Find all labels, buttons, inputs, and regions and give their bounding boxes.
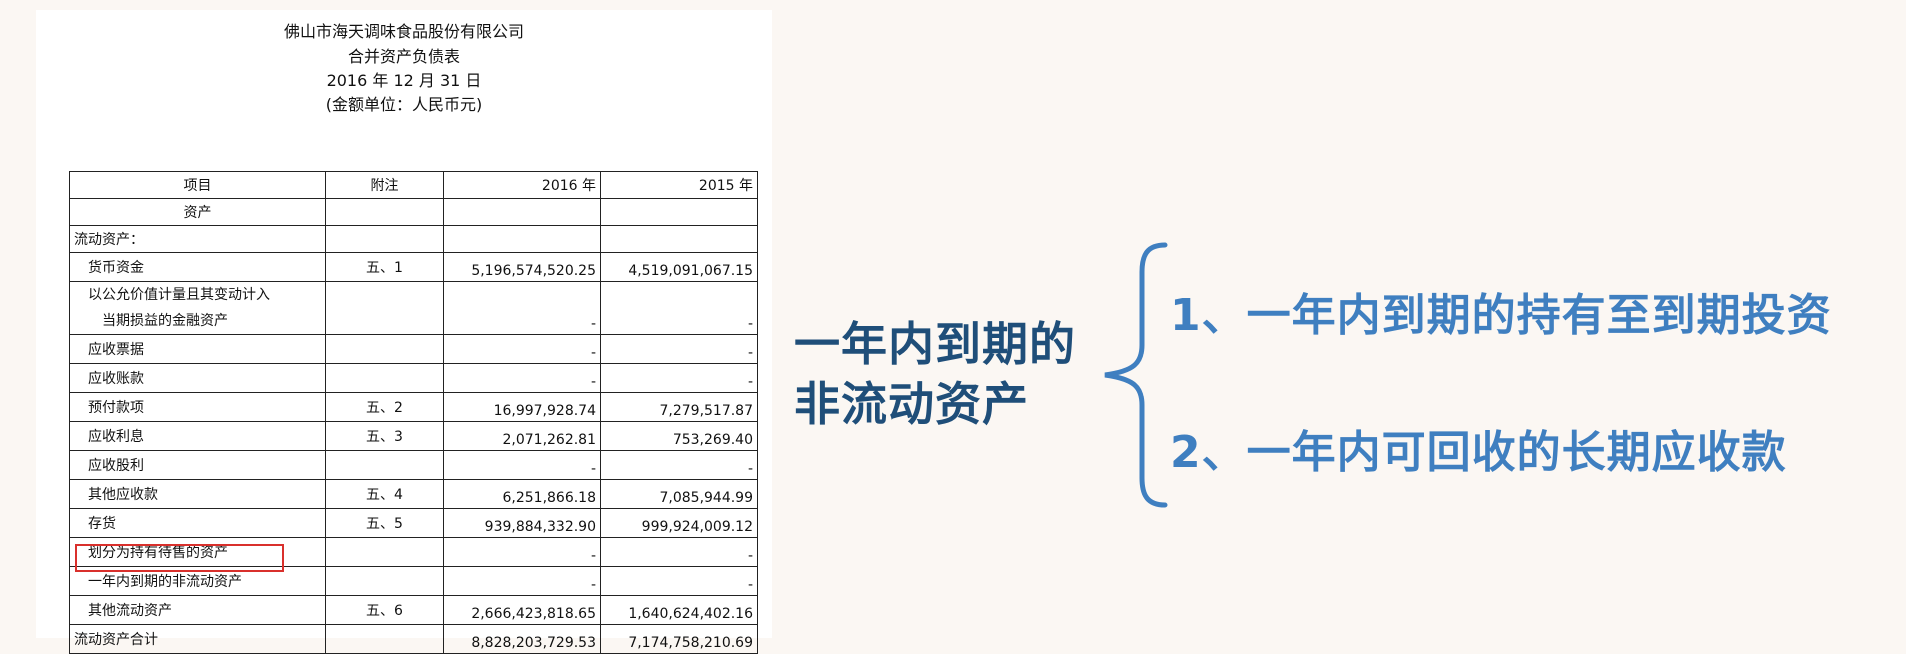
- row-2015: -: [600, 334, 758, 364]
- topic-label: 一年内到期的 非流动资产: [794, 314, 1076, 434]
- row-note: [325, 198, 444, 226]
- topic-line1: 一年内到期的: [794, 317, 1076, 371]
- topic-line2: 非流动资产: [794, 377, 1029, 431]
- row-2016: -: [443, 566, 601, 596]
- row-note: [325, 281, 444, 335]
- point-1: 1、一年内到期的持有至到期投资: [1170, 290, 1832, 341]
- table-row: 以公允价值计量且其变动计入 当期损益的金融资产 - -: [69, 281, 758, 335]
- row-item-two-line: 以公允价值计量且其变动计入 当期损益的金融资产: [69, 281, 326, 335]
- row-2016: -: [443, 450, 601, 480]
- row-item: 应收票据: [69, 334, 326, 364]
- row-2016: 2,666,423,818.65: [443, 595, 601, 625]
- row-2015: [600, 198, 758, 226]
- row-item: 应收利息: [69, 421, 326, 451]
- row-item: 其他流动资产: [69, 595, 326, 625]
- row-item: 资产: [69, 198, 326, 226]
- row-note: [325, 334, 444, 364]
- row-2016: 2,071,262.81: [443, 421, 601, 451]
- row-item: 应收股利: [69, 450, 326, 480]
- row-2016: [443, 198, 601, 226]
- point-2: 2、一年内可回收的长期应收款: [1170, 427, 1787, 478]
- row-2015: -: [600, 281, 758, 335]
- row-2016: -: [443, 334, 601, 364]
- row-note: [325, 363, 444, 393]
- row-note: [325, 225, 444, 253]
- table-row: 存货 五、5 939,884,332.90 999,924,009.12: [69, 508, 758, 538]
- table-row: 资产: [69, 198, 758, 226]
- table-row: 应收股利 - -: [69, 450, 758, 480]
- row-2015: -: [600, 363, 758, 393]
- curly-brace-icon: [1104, 242, 1168, 508]
- table-row: 预付款项 五、2 16,997,928.74 7,279,517.87: [69, 392, 758, 422]
- row-2015: -: [600, 566, 758, 596]
- row-2016: 6,251,866.18: [443, 479, 601, 509]
- row-note: 五、3: [325, 421, 444, 451]
- header-2016: 2016 年: [443, 171, 601, 199]
- row-2016: 939,884,332.90: [443, 508, 601, 538]
- row-note: [325, 537, 444, 567]
- row-item: 货币资金: [69, 252, 326, 282]
- row-2015: 7,279,517.87: [600, 392, 758, 422]
- table-row: 其他流动资产 五、6 2,666,423,818.65 1,640,624,40…: [69, 595, 758, 625]
- row-2016: [443, 225, 601, 253]
- row-note: 五、6: [325, 595, 444, 625]
- table-row: 应收票据 - -: [69, 334, 758, 364]
- row-note: 五、4: [325, 479, 444, 509]
- header-note: 附注: [325, 171, 444, 199]
- company-name: 佛山市海天调味食品股份有限公司: [283, 22, 524, 41]
- balance-sheet-document: 佛山市海天调味食品股份有限公司 合并资产负债表 2016 年 12 月 31 日…: [36, 10, 772, 654]
- row-2015: 7,085,944.99: [600, 479, 758, 509]
- row-2015: 4,519,091,067.15: [600, 252, 758, 282]
- row-2015: 7,174,758,210.69: [600, 624, 758, 654]
- table-row: 流动资产：: [69, 225, 758, 253]
- report-unit: (金额单位：人民币元): [325, 95, 483, 114]
- header-item: 项目: [69, 171, 326, 199]
- row-item: 预付款项: [69, 392, 326, 422]
- header-2015: 2015 年: [600, 171, 758, 199]
- row-item: 流动资产合计: [69, 624, 326, 654]
- row-2016: 8,828,203,729.53: [443, 624, 601, 654]
- row-note: [325, 624, 444, 654]
- table-row: 应收账款 - -: [69, 363, 758, 393]
- balance-sheet-table: 项目 附注 2016 年 2015 年 资产 流动资产： 货币资金 五、1 5,…: [69, 171, 758, 654]
- table-row-total: 流动资产合计 8,828,203,729.53 7,174,758,210.69: [69, 624, 758, 654]
- table-header-row: 项目 附注 2016 年 2015 年: [69, 171, 758, 199]
- row-2015: 999,924,009.12: [600, 508, 758, 538]
- row-2015: -: [600, 537, 758, 567]
- row-2016: 16,997,928.74: [443, 392, 601, 422]
- row-note: 五、1: [325, 252, 444, 282]
- row-item: 应收账款: [69, 363, 326, 393]
- row-item: 流动资产：: [69, 225, 326, 253]
- row-note: 五、2: [325, 392, 444, 422]
- row-note: [325, 566, 444, 596]
- row-2016: 5,196,574,520.25: [443, 252, 601, 282]
- table-row: 其他应收款 五、4 6,251,866.18 7,085,944.99: [69, 479, 758, 509]
- row-item-line2: 当期损益的金融资产: [102, 313, 228, 329]
- report-date: 2016 年 12 月 31 日: [326, 71, 482, 90]
- row-item: 存货: [69, 508, 326, 538]
- highlight-box: [75, 544, 284, 572]
- report-title: 合并资产负债表: [347, 47, 460, 66]
- row-2016: -: [443, 363, 601, 393]
- row-2015: -: [600, 450, 758, 480]
- table-row: 应收利息 五、3 2,071,262.81 753,269.40: [69, 421, 758, 451]
- row-item-line1: 以公允价值计量且其变动计入: [88, 287, 270, 303]
- table-row: 货币资金 五、1 5,196,574,520.25 4,519,091,067.…: [69, 252, 758, 282]
- row-note: 五、5: [325, 508, 444, 538]
- row-note: [325, 450, 444, 480]
- row-2015: 1,640,624,402.16: [600, 595, 758, 625]
- row-2016: -: [443, 281, 601, 335]
- row-2016: -: [443, 537, 601, 567]
- row-2015: 753,269.40: [600, 421, 758, 451]
- row-2015: [600, 225, 758, 253]
- row-item: 其他应收款: [69, 479, 326, 509]
